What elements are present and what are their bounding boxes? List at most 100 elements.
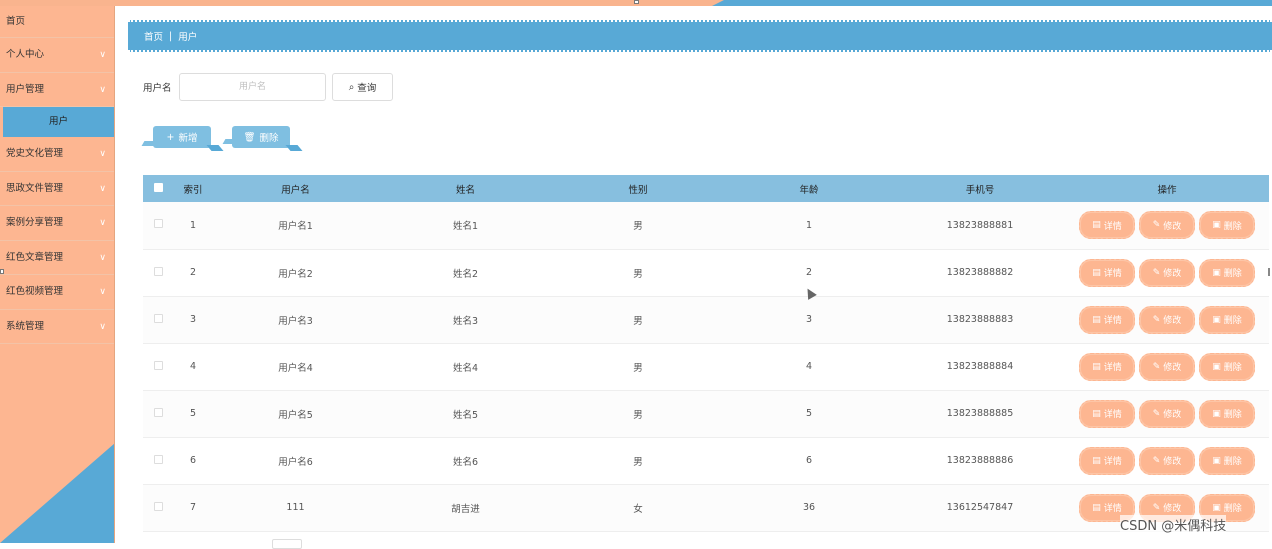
pagination-input[interactable]: [272, 539, 302, 549]
sidebar-item[interactable]: 系统管理 ∨: [0, 310, 114, 344]
edit-button[interactable]: ✎ 修改: [1139, 446, 1195, 475]
sidebar-decoration: [0, 443, 114, 543]
edit-button-label: 修改: [1163, 504, 1182, 514]
row-checkbox[interactable]: [153, 454, 163, 464]
cell-actions: ▤ 详情 ✎ 修改 ▣ 删除: [1065, 202, 1269, 249]
cell-name: 姓名2: [452, 268, 479, 280]
delete-button[interactable]: ▣ 删除: [1199, 399, 1255, 428]
cell-name: 姓名5: [452, 409, 479, 421]
detail-button[interactable]: ▤ 详情: [1079, 446, 1135, 475]
edit-button[interactable]: ✎ 修改: [1139, 399, 1195, 428]
delete-button[interactable]: ▣ 删除: [1199, 446, 1255, 475]
row-checkbox[interactable]: [153, 266, 163, 276]
cell-name: 姓名1: [452, 221, 479, 233]
edit-button-label: 修改: [1163, 221, 1182, 232]
edit-button[interactable]: ✎ 修改: [1139, 211, 1195, 240]
resize-handle[interactable]: [634, 0, 639, 4]
table-row: 6 用户名6 姓名6 男 6 13823888886 ▤ 详情 ✎ 修改 ▣ 删除: [143, 437, 1269, 484]
document-icon: ▤: [1092, 220, 1101, 231]
search-button[interactable]: ⌕ 查询: [332, 73, 393, 101]
add-button[interactable]: + 新增: [141, 126, 224, 151]
sidebar-menu: 首页 个人中心 ∨ 用户管理 ∨ 用户 党史文化管理 ∨ 思政文件管理 ∨ 案例分享管理 ∨ 红色文章管…: [0, 6, 114, 344]
sidebar-item-label: 系统管理: [6, 320, 45, 332]
detail-button[interactable]: ▤ 详情: [1079, 352, 1135, 381]
search-button-label: 查询: [357, 83, 377, 94]
detail-button-label: 详情: [1103, 363, 1122, 373]
delete-button[interactable]: ▣ 删除: [1199, 352, 1255, 381]
detail-button[interactable]: ▤ 详情: [1079, 399, 1135, 428]
resize-handle-left[interactable]: [0, 269, 4, 274]
detail-button-label: 详情: [1103, 221, 1122, 232]
select-all-checkbox[interactable]: [153, 182, 163, 192]
batch-delete-button-label: 删除: [259, 133, 279, 144]
chevron-down-icon: ∨: [99, 149, 106, 159]
sidebar-item[interactable]: 首页: [0, 6, 114, 38]
button-ribbon-left: [141, 141, 159, 146]
document-icon: ▤: [1092, 455, 1101, 466]
row-checkbox[interactable]: [153, 219, 163, 229]
breadcrumb-home[interactable]: 首页: [144, 29, 163, 43]
document-icon: ▤: [1092, 502, 1101, 513]
delete-button-label: 删除: [1223, 504, 1242, 514]
sidebar-item[interactable]: 党史文化管理 ∨: [0, 137, 114, 172]
top-bar: [0, 0, 1272, 6]
pencil-icon: ✎: [1152, 220, 1161, 231]
breadcrumb: 首页 | 用户: [128, 20, 1272, 52]
detail-button-label: 详情: [1103, 316, 1122, 326]
delete-button[interactable]: ▣ 删除: [1199, 258, 1255, 287]
cell-age: 4: [805, 361, 813, 372]
breadcrumb-separator: |: [169, 30, 173, 42]
table-row: 3 用户名3 姓名3 男 3 13823888883 ▤ 详情 ✎ 修改 ▣ 删除: [143, 296, 1269, 343]
delete-button[interactable]: ▣ 删除: [1199, 305, 1255, 334]
search-label: 用户名: [143, 83, 172, 94]
trash-icon: 🗑︎: [243, 131, 256, 143]
row-checkbox[interactable]: [153, 313, 163, 323]
detail-button[interactable]: ▤ 详情: [1079, 258, 1135, 287]
sidebar-item[interactable]: 红色文章管理 ∨: [0, 241, 114, 275]
delete-button-label: 删除: [1223, 363, 1242, 373]
cell-index: 3: [189, 314, 197, 325]
sidebar-item[interactable]: 个人中心 ∨: [0, 38, 114, 73]
sidebar-item[interactable]: 用户管理 ∨: [0, 73, 114, 107]
sidebar-item-label: 用户管理: [6, 83, 45, 95]
trash-icon: ▣: [1212, 220, 1221, 231]
cell-username: 用户名3: [278, 315, 313, 327]
detail-button[interactable]: ▤ 详情: [1079, 211, 1135, 240]
sidebar-item[interactable]: 思政文件管理 ∨: [0, 172, 114, 206]
row-checkbox[interactable]: [153, 407, 163, 417]
row-checkbox[interactable]: [153, 360, 163, 370]
cell-age: 5: [805, 408, 813, 419]
sidebar: 首页 个人中心 ∨ 用户管理 ∨ 用户 党史文化管理 ∨ 思政文件管理 ∨ 案例分享管理 ∨ 红色文章管…: [0, 6, 115, 543]
trash-icon: ▣: [1212, 408, 1221, 419]
edit-button[interactable]: ✎ 修改: [1139, 258, 1195, 287]
cell-phone: 13823888881: [946, 219, 1014, 231]
trash-icon: ▣: [1212, 455, 1221, 466]
detail-button-label: 详情: [1103, 457, 1122, 467]
edit-button[interactable]: ✎ 修改: [1139, 305, 1195, 334]
table-header-row: 索引 用户名 姓名 性别 年龄 手机号 操作: [143, 175, 1269, 202]
pencil-icon: ✎: [1152, 408, 1161, 419]
table-row: 4 用户名4 姓名4 男 4 13823888884 ▤ 详情 ✎ 修改 ▣ 删除: [143, 343, 1269, 390]
batch-delete-button[interactable]: 🗑︎ 删除: [222, 126, 303, 151]
chevron-down-icon: ∨: [99, 50, 106, 60]
document-icon: ▤: [1092, 267, 1101, 278]
row-checkbox[interactable]: [153, 501, 163, 511]
sidebar-item-label: 首页: [6, 16, 26, 27]
detail-button-label: 详情: [1103, 269, 1122, 279]
sidebar-item[interactable]: 案例分享管理 ∨: [0, 206, 114, 241]
sidebar-item-label: 用户: [48, 116, 68, 127]
row-actions: ▤ 详情 ✎ 修改 ▣ 删除: [1065, 258, 1269, 287]
detail-button[interactable]: ▤ 详情: [1079, 305, 1135, 334]
cell-phone: 13823888884: [946, 361, 1014, 372]
cell-phone: 13823888883: [946, 314, 1014, 325]
row-select-cell: [143, 249, 173, 296]
edit-button[interactable]: ✎ 修改: [1139, 352, 1195, 381]
delete-button[interactable]: ▣ 删除: [1199, 211, 1255, 240]
cell-phone: 13823888886: [946, 455, 1014, 466]
sidebar-item[interactable]: 红色视频管理 ∨: [0, 275, 114, 310]
edit-button-label: 修改: [1163, 457, 1182, 467]
cell-index: 2: [189, 267, 197, 278]
sidebar-subitem[interactable]: 用户: [3, 107, 114, 137]
username-search-input[interactable]: [179, 73, 326, 101]
cell-gender: 男: [633, 409, 643, 421]
